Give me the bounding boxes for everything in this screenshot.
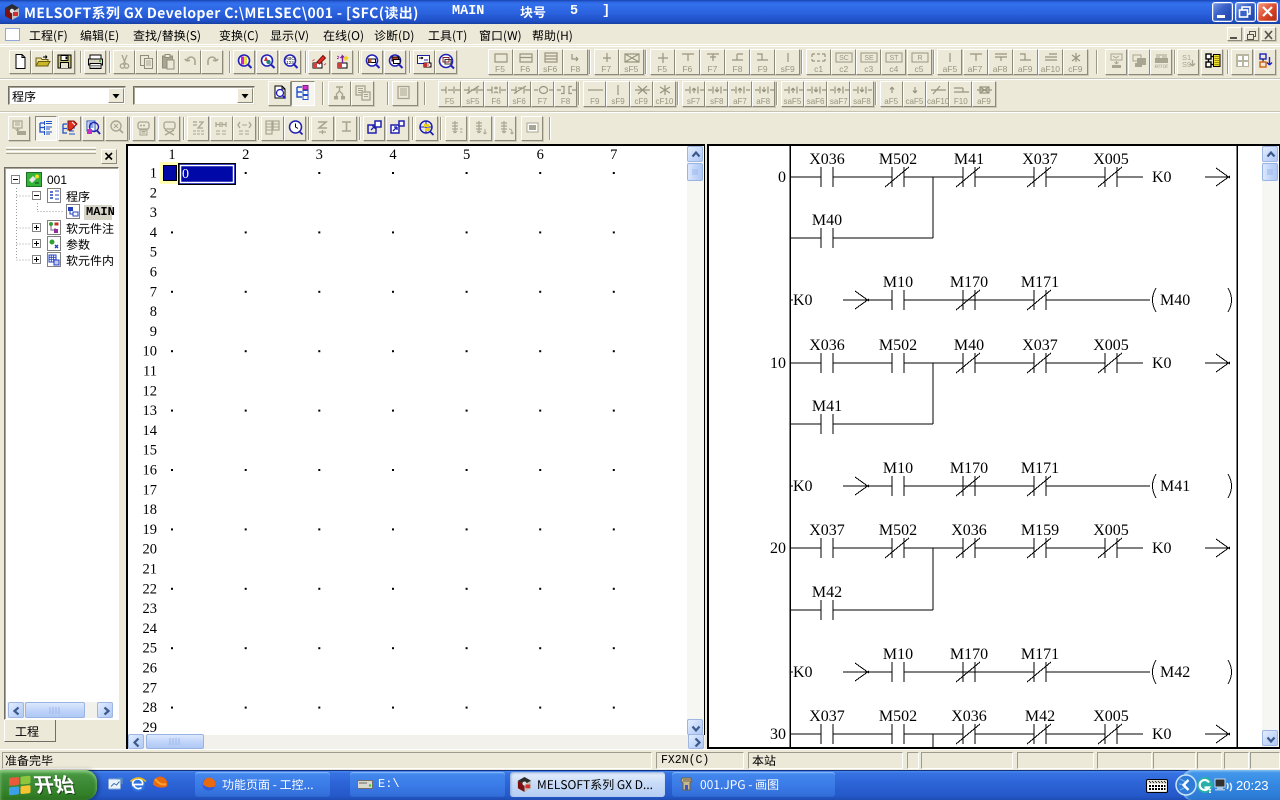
svg-text:5: 5	[150, 245, 157, 261]
svg-text:X005: X005	[1093, 708, 1129, 725]
svg-text:2: 2	[242, 147, 249, 163]
svg-text:M10: M10	[883, 460, 913, 477]
svg-text:30: 30	[770, 726, 786, 743]
svg-text:17: 17	[143, 482, 158, 498]
svg-text:ST: ST	[890, 55, 900, 62]
svg-text:29: 29	[143, 720, 158, 734]
svg-text:X005: X005	[1093, 151, 1129, 168]
svg-text:SE: SE	[865, 55, 875, 62]
svg-text:6: 6	[537, 147, 544, 163]
svg-text:M171: M171	[1021, 274, 1059, 291]
svg-text:7: 7	[610, 147, 617, 163]
svg-text:M42: M42	[1160, 664, 1190, 681]
svg-text:M502: M502	[879, 337, 917, 354]
svg-text:X005: X005	[1093, 522, 1129, 539]
svg-text:K0: K0	[793, 664, 813, 681]
svg-text:8: 8	[150, 304, 157, 320]
svg-text:18: 18	[143, 502, 158, 518]
svg-text:M502: M502	[879, 708, 917, 725]
svg-text:2: 2	[150, 185, 157, 201]
svg-text:12: 12	[143, 383, 158, 399]
svg-text:22: 22	[143, 581, 158, 597]
svg-text:M170: M170	[950, 274, 988, 291]
svg-text:M502: M502	[879, 151, 917, 168]
svg-text:4: 4	[150, 225, 158, 241]
svg-text:M170: M170	[950, 646, 988, 663]
svg-text:M41: M41	[1160, 478, 1190, 495]
svg-text:1: 1	[150, 166, 157, 182]
svg-text:5: 5	[463, 147, 470, 163]
svg-text:X036: X036	[951, 522, 987, 539]
svg-text:K0: K0	[1152, 540, 1172, 557]
svg-text:K0: K0	[793, 478, 813, 495]
svg-text:M40: M40	[1160, 292, 1190, 309]
svg-text:27: 27	[143, 680, 158, 696]
svg-text:X037: X037	[809, 708, 845, 725]
svg-text:19: 19	[143, 522, 158, 538]
svg-text:X037: X037	[809, 522, 845, 539]
svg-text:123: 123	[286, 60, 294, 65]
svg-text:1: 1	[168, 147, 175, 163]
svg-text:9: 9	[150, 324, 157, 340]
svg-text:7: 7	[150, 284, 157, 300]
svg-text:error: error	[1155, 63, 1170, 69]
svg-text:M502: M502	[879, 522, 917, 539]
svg-text:M42: M42	[1025, 708, 1055, 725]
svg-text:4: 4	[389, 147, 397, 163]
svg-text:3: 3	[150, 205, 157, 221]
svg-text:S9: S9	[1182, 60, 1191, 69]
svg-text:0: 0	[778, 169, 786, 186]
svg-text:X005: X005	[1093, 337, 1129, 354]
svg-text:11: 11	[143, 364, 157, 380]
svg-text:M41: M41	[954, 151, 984, 168]
svg-text:16: 16	[143, 463, 158, 479]
svg-text:M170: M170	[950, 460, 988, 477]
svg-text:6: 6	[150, 265, 157, 281]
svg-text:K0: K0	[1152, 169, 1172, 186]
svg-text:K0: K0	[1152, 726, 1172, 743]
svg-text:24: 24	[143, 621, 158, 637]
svg-text:X037: X037	[1022, 337, 1058, 354]
svg-text:K0: K0	[793, 292, 813, 309]
svg-text:20: 20	[143, 542, 158, 558]
svg-text:26: 26	[143, 661, 158, 677]
svg-text:M10: M10	[883, 274, 913, 291]
svg-text:SC: SC	[839, 55, 849, 62]
svg-text:M40: M40	[954, 337, 984, 354]
svg-text:M10: M10	[883, 646, 913, 663]
svg-text:X036: X036	[809, 337, 845, 354]
svg-text:13: 13	[143, 403, 158, 419]
svg-text:23: 23	[143, 601, 158, 617]
svg-text:10: 10	[770, 355, 786, 372]
svg-text:M159: M159	[1021, 522, 1059, 539]
svg-text:21: 21	[143, 562, 158, 578]
svg-text:M171: M171	[1021, 646, 1059, 663]
svg-text:X037: X037	[1022, 151, 1058, 168]
svg-text:25: 25	[143, 641, 158, 657]
svg-text:20: 20	[770, 540, 786, 557]
svg-text:M42: M42	[812, 584, 842, 601]
svg-text:0: 0	[182, 167, 189, 182]
svg-text:M41: M41	[812, 398, 842, 415]
svg-text:K0: K0	[1152, 355, 1172, 372]
svg-text:X036: X036	[809, 151, 845, 168]
svg-text:X036: X036	[951, 708, 987, 725]
svg-text:M171: M171	[1021, 460, 1059, 477]
svg-text:M40: M40	[812, 212, 842, 229]
svg-text:10: 10	[143, 344, 158, 360]
svg-text:3: 3	[316, 147, 323, 163]
svg-text:14: 14	[143, 423, 158, 439]
svg-text:R: R	[917, 55, 922, 62]
svg-text:15: 15	[143, 443, 158, 459]
svg-text:28: 28	[143, 700, 158, 716]
